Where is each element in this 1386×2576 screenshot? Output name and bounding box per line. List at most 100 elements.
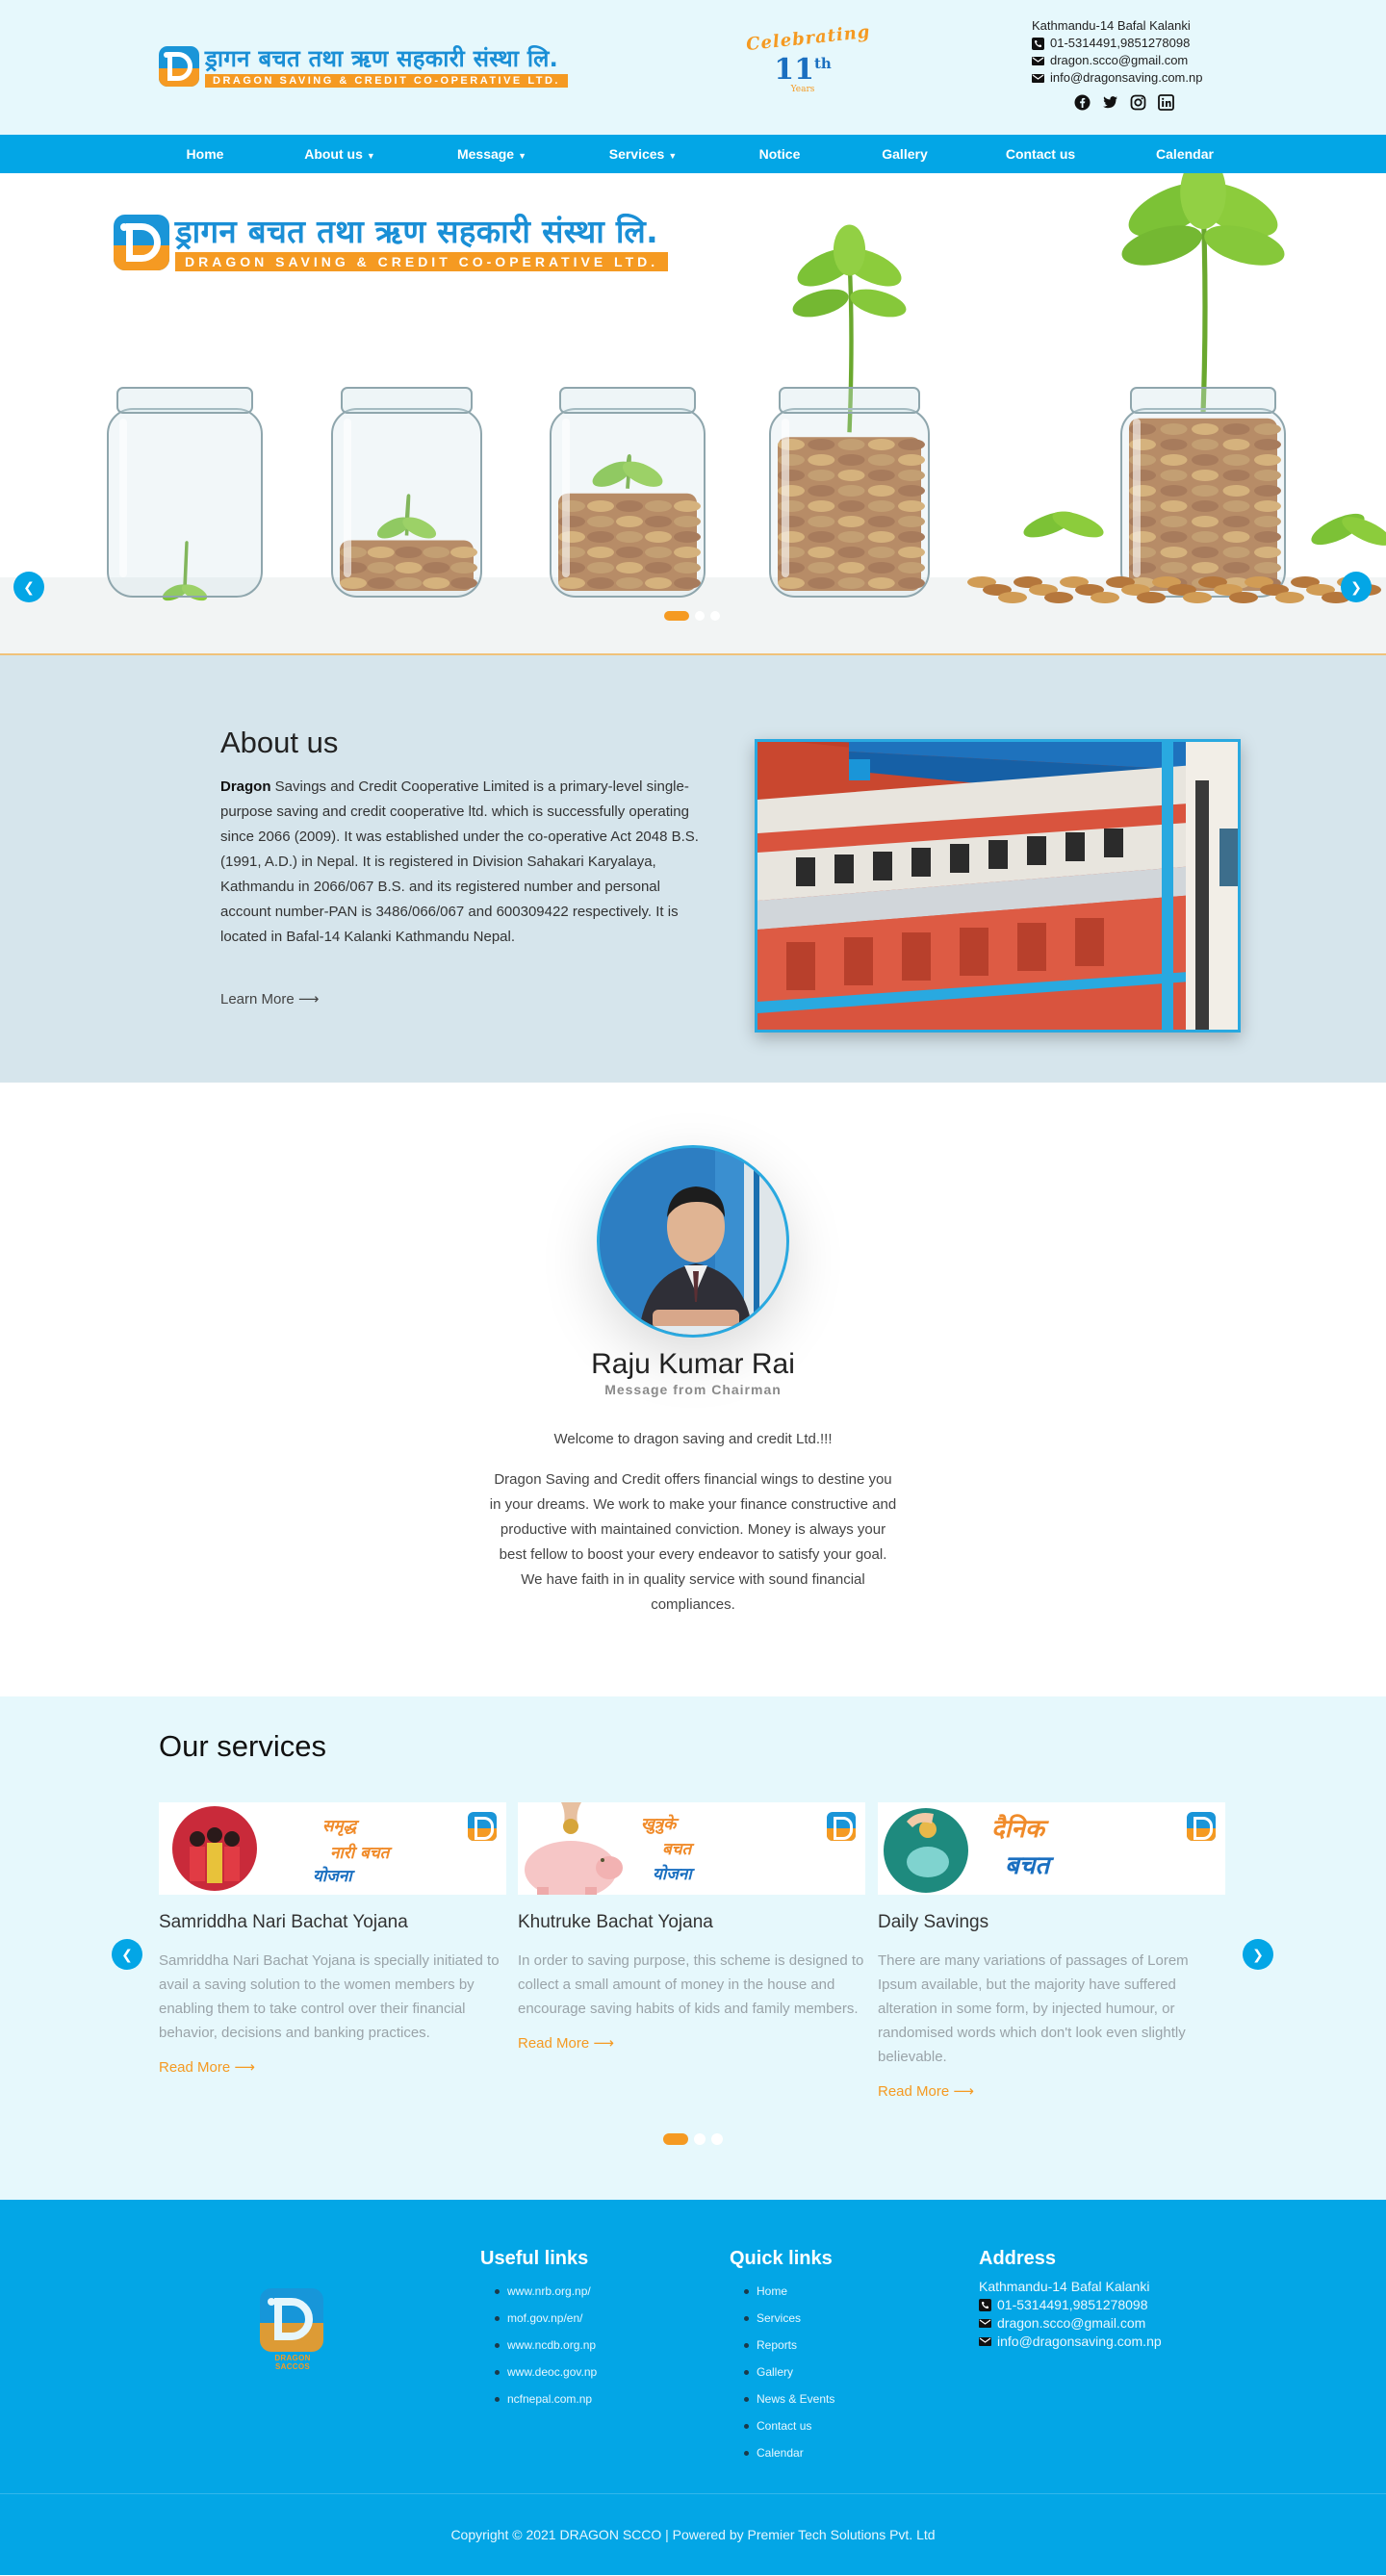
- nav-item-calendar[interactable]: Calendar: [1113, 146, 1257, 162]
- service-banner-daily: दैनिक बचत: [878, 1802, 1225, 1895]
- nav-item-label: Notice: [758, 146, 801, 162]
- services-dot[interactable]: [711, 2133, 723, 2145]
- arrow-right-icon: ⟶: [593, 2035, 614, 2052]
- header-address: Kathmandu-14 Bafal Kalanki: [1032, 18, 1191, 33]
- service-read-more-link[interactable]: Read More ⟶: [878, 2082, 1225, 2100]
- services-heading: Our services: [159, 1729, 326, 1763]
- facebook-icon[interactable]: [1074, 94, 1091, 111]
- hero-next-button[interactable]: ❯: [1341, 572, 1372, 602]
- footer-email-2[interactable]: info@dragonsaving.com.np: [997, 2333, 1162, 2351]
- arrow-right-icon: ⟶: [234, 2059, 255, 2076]
- service-read-more-link[interactable]: Read More ⟶: [159, 2058, 506, 2076]
- services-dot-active[interactable]: [663, 2133, 688, 2145]
- hero-prev-button[interactable]: ❮: [13, 572, 44, 602]
- chairman-name: Raju Kumar Rai: [591, 1348, 795, 1380]
- footer-quick-link[interactable]: Calendar: [743, 2439, 834, 2466]
- social-links: [1074, 94, 1174, 111]
- nav-item-label: Message: [456, 146, 515, 162]
- arrow-right-icon: ⟶: [297, 991, 320, 1007]
- hero-dot-active[interactable]: [664, 611, 689, 621]
- nav-item-services[interactable]: Services ▼: [571, 146, 715, 162]
- footer-quick-link[interactable]: Contact us: [743, 2412, 834, 2439]
- service-title[interactable]: Daily Savings: [878, 1912, 1225, 1933]
- service-card[interactable]: समृद्ध नारी बचत योजना Samriddha Nari Bac…: [159, 1802, 506, 2076]
- hero-logo: ड्रागन बचत तथा ऋण सहकारी संस्था लि. DRAG…: [114, 213, 669, 271]
- hero-dots: [664, 611, 720, 621]
- footer-quick-link[interactable]: Services: [743, 2305, 834, 2332]
- footer-useful-link[interactable]: mof.gov.np/en/: [494, 2305, 597, 2332]
- footer-useful-link[interactable]: ncfnepal.com.np: [494, 2385, 597, 2412]
- footer-phone[interactable]: 01-5314491,9851278098: [997, 2296, 1148, 2314]
- nav-item-home[interactable]: Home: [133, 146, 277, 162]
- footer-quick-link[interactable]: News & Events: [743, 2385, 834, 2412]
- chairman-photo: [597, 1145, 789, 1338]
- main-navigation: Home About us ▼ Message ▼ Services ▼ Notice Gall…: [0, 135, 1386, 173]
- footer-useful-link[interactable]: www.ncdb.org.np: [494, 2332, 597, 2359]
- learn-more-label: Learn More: [220, 991, 295, 1007]
- banner-line: बचत: [662, 1840, 692, 1859]
- nav-item-notice[interactable]: Notice: [707, 146, 852, 162]
- twitter-icon[interactable]: [1102, 94, 1118, 111]
- service-banner-nari: समृद्ध नारी बचत योजना: [159, 1802, 506, 1895]
- footer-email-1[interactable]: dragon.scco@gmail.com: [997, 2314, 1145, 2333]
- banner-line: दैनिक: [991, 1815, 1044, 1844]
- services-prev-button[interactable]: ❮: [112, 1939, 142, 1970]
- nav-item-contact-us[interactable]: Contact us: [968, 146, 1113, 162]
- footer-logo[interactable]: DRAGON SACCOS: [260, 2288, 325, 2371]
- hero-logo-name-nepali: ड्रागन बचत तथा ऋण सहकारी संस्था लि.: [175, 213, 658, 250]
- footer-logo-caption: DRAGON SACCOS: [274, 2354, 311, 2371]
- nav-item-gallery[interactable]: Gallery: [833, 146, 977, 162]
- service-card[interactable]: दैनिक बचत Daily Savings There are many v…: [878, 1802, 1225, 2100]
- phone-icon: [1032, 37, 1044, 50]
- footer-quick-link[interactable]: Home: [743, 2278, 834, 2305]
- services-pagination: [663, 2133, 723, 2145]
- chevron-right-icon: ❯: [1252, 1946, 1264, 1962]
- celebration-badge: Celebrating 11th Years: [745, 22, 871, 98]
- envelope-icon: [979, 2335, 991, 2348]
- nav-item-about-us[interactable]: About us ▼: [268, 146, 412, 162]
- logo-mark-icon: [468, 1812, 497, 1841]
- nav-item-label: Calendar: [1156, 146, 1214, 162]
- chevron-left-icon: ❮: [121, 1946, 133, 1962]
- header-email-2[interactable]: info@dragonsaving.com.np: [1050, 69, 1202, 87]
- caret-down-icon: ▼: [668, 151, 678, 161]
- address-heading: Address: [979, 2248, 1057, 2269]
- service-read-more-link[interactable]: Read More ⟶: [518, 2034, 865, 2052]
- footer-useful-link[interactable]: www.deoc.gov.np: [494, 2359, 597, 2385]
- logo-name-nepali: ड्रागन बचत तथा ऋण सहकारी संस्था लि.: [205, 45, 559, 72]
- service-title[interactable]: Khutruke Bachat Yojana: [518, 1912, 865, 1933]
- footer-quick-link[interactable]: Reports: [743, 2332, 834, 2359]
- about-heading: About us: [220, 726, 339, 759]
- nav-item-message[interactable]: Message ▼: [420, 146, 564, 162]
- site-logo[interactable]: ड्रागन बचत तथा ऋण सहकारी संस्था लि. DRAG…: [159, 45, 568, 88]
- caret-down-icon: ▼: [518, 151, 527, 161]
- services-dot[interactable]: [694, 2133, 706, 2145]
- service-card[interactable]: खुत्रुके बचत योजना Khutruke Bachat Yojan…: [518, 1802, 865, 2052]
- hero-dot[interactable]: [710, 611, 720, 621]
- about-body: Savings and Credit Cooperative Limited i…: [220, 778, 699, 945]
- footer-quick-link[interactable]: Gallery: [743, 2359, 834, 2385]
- about-learn-more-link[interactable]: Learn More ⟶: [220, 990, 319, 1007]
- chairman-role: Message from Chairman: [604, 1382, 782, 1397]
- instagram-icon[interactable]: [1130, 94, 1146, 111]
- site-footer: DRAGON SACCOS Useful links www.nrb.org.n…: [0, 2200, 1386, 2493]
- footer-useful-link[interactable]: www.nrb.org.np/: [494, 2278, 597, 2305]
- logo-name-english: DRAGON SAVING & CREDIT CO-OPERATIVE LTD.: [205, 74, 568, 88]
- about-section: About us Dragon Savings and Credit Coope…: [0, 655, 1386, 1083]
- site-header: ड्रागन बचत तथा ऋण सहकारी संस्था लि. DRAG…: [0, 0, 1386, 135]
- logo-mark-icon: [827, 1812, 856, 1841]
- copyright-bar: Copyright © 2021 DRAGON SCCO | Powered b…: [0, 2493, 1386, 2575]
- logo-mark-icon: [260, 2288, 323, 2352]
- hero-dot[interactable]: [695, 611, 705, 621]
- services-next-button[interactable]: ❯: [1243, 1939, 1273, 1970]
- service-description: Samriddha Nari Bachat Yojana is speciall…: [159, 1952, 500, 2041]
- header-email-1[interactable]: dragon.scco@gmail.com: [1050, 52, 1188, 69]
- header-phone[interactable]: 01-5314491,9851278098: [1050, 35, 1190, 52]
- header-contact: Kathmandu-14 Bafal Kalanki 01-5314491,98…: [1032, 17, 1202, 87]
- envelope-icon: [1032, 55, 1044, 67]
- chevron-right-icon: ❯: [1350, 578, 1362, 595]
- chairman-message: Dragon Saving and Credit offers financia…: [489, 1471, 897, 1613]
- arrow-right-icon: ⟶: [953, 2083, 974, 2100]
- service-title[interactable]: Samriddha Nari Bachat Yojana: [159, 1912, 506, 1933]
- linkedin-icon[interactable]: [1158, 94, 1174, 111]
